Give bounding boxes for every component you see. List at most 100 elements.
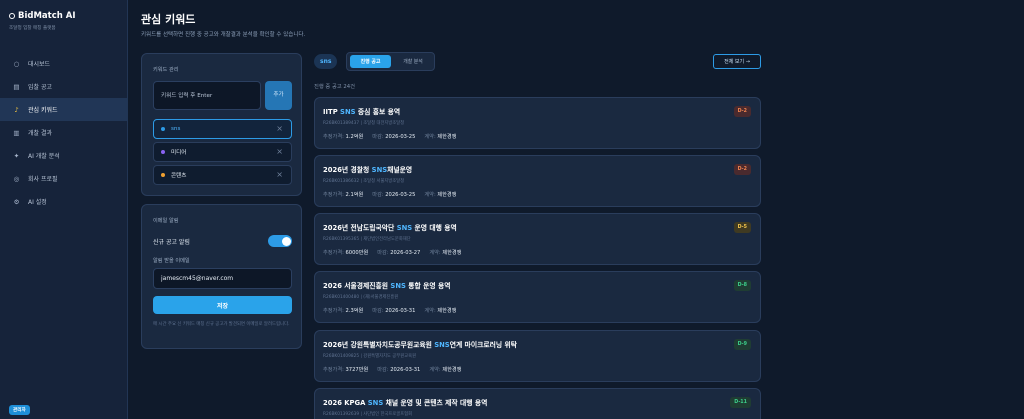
panel-title: 키워드 관리 <box>153 67 179 73</box>
chart-icon: ▥ <box>13 128 20 137</box>
keyword-highlight: SNS <box>367 399 384 407</box>
active-keyword-chip: sns <box>314 54 338 69</box>
contract-type: 제한경쟁 <box>442 250 462 256</box>
sidebar-item-keywords[interactable]: ♪ 관심 키워드 <box>0 98 128 121</box>
sidebar-item-label: 입찰 공고 <box>28 84 52 91</box>
notice-meta: 추정가격: 2.3억원 마감: 2026-03-31 계약: 제한경쟁 <box>323 308 457 314</box>
tab-open-notices[interactable]: 진행 공고 <box>350 55 391 68</box>
new-notice-alert-label: 신규 공고 알림 <box>153 239 190 246</box>
view-all-button[interactable]: 전체 보기 → <box>713 54 761 69</box>
sidebar-item-bids[interactable]: ▤ 입찰 공고 <box>0 75 128 98</box>
sidebar: BidMatch AI 조달청 입찰 매칭 플랫폼 ○ 대시보드 ▤ 입찰 공고… <box>0 0 128 419</box>
contract-type: 제한경쟁 <box>437 134 457 140</box>
deadline: 2026-03-25 <box>385 192 416 198</box>
admin-badge: 관리자 <box>9 405 30 415</box>
d-day-badge: D-2 <box>733 164 751 175</box>
bell-icon: ♪ <box>14 105 19 114</box>
notice-card[interactable]: 2026 서울경제진흥원 SNS 통합 운영 용역 R26BK01400480 … <box>314 271 761 323</box>
deadline: 2026-03-27 <box>390 250 421 256</box>
sidebar-item-label: 회사 프로필 <box>28 176 58 183</box>
sidebar-item-label: AI 개찰 분석 <box>28 153 60 160</box>
app-name: BidMatch AI <box>18 11 76 21</box>
keyword-highlight: SNS <box>396 224 413 232</box>
notice-card[interactable]: 2026년 강원특별자치도공무원교육원 SNS연계 마이크로러닝 위탁 R26B… <box>314 330 761 382</box>
estimated-price: 1.2억원 <box>345 134 364 140</box>
sidebar-item-label: 관심 키워드 <box>28 107 58 114</box>
gear-icon: ◎ <box>13 174 20 183</box>
notice-title: IITP SNS 중심 홍보 용역 <box>323 108 401 116</box>
brand-logo[interactable]: BidMatch AI <box>9 11 76 21</box>
keyword-item-sns[interactable]: sns × <box>153 119 292 139</box>
deadline: 2026-03-25 <box>385 134 416 140</box>
notice-title: 2026년 경찰청 SNS채널운영 <box>323 166 413 174</box>
sidebar-item-label: 대시보드 <box>28 61 51 68</box>
toggle-knob <box>281 236 291 246</box>
sidebar-nav: ○ 대시보드 ▤ 입찰 공고 ♪ 관심 키워드 ▥ 개찰 결과 ✦ AI 개찰 … <box>0 52 128 213</box>
result-tabs: 진행 공고 개찰 분석 <box>346 52 435 71</box>
notice-card[interactable]: IITP SNS 중심 홍보 용역 R26BK01389437 | 조달청 대전… <box>314 97 761 149</box>
tab-bid-analysis[interactable]: 개찰 분석 <box>393 55 433 68</box>
keyword-highlight: SNS <box>434 341 450 349</box>
notice-card[interactable]: 2026년 전남도립국악단 SNS 운영 대행 용역 R26BK01395365… <box>314 213 761 265</box>
d-day-badge: D-2 <box>733 106 751 117</box>
keyword-item-media[interactable]: 미디어 × <box>153 142 292 162</box>
notice-meta: 추정가격: 6000만원 마감: 2026-03-27 계약: 제한경쟁 <box>323 250 462 256</box>
notice-title: 2026 KPGA SNS 채널 운영 및 콘텐츠 제작 대행 용역 <box>323 399 488 407</box>
close-icon[interactable]: × <box>276 124 283 133</box>
notice-meta: 추정가격: 1.2억원 마감: 2026-03-25 계약: 제한경쟁 <box>323 134 457 140</box>
sidebar-item-dashboard[interactable]: ○ 대시보드 <box>0 52 128 75</box>
keyword-color-dot <box>161 150 165 154</box>
keyword-label: sns <box>171 126 181 132</box>
d-day-badge: D-5 <box>733 222 751 233</box>
save-button[interactable]: 저장 <box>153 296 292 314</box>
sidebar-item-ai-analysis[interactable]: ✦ AI 개찰 분석 <box>0 144 128 167</box>
keyword-management-panel: 키워드 관리 추가 sns × 미디어 × 콘텐츠 × <box>141 53 302 196</box>
d-day-badge: D-8 <box>733 280 751 291</box>
clipboard-icon: ▤ <box>13 82 20 91</box>
settings-icon: ⚙ <box>13 197 20 206</box>
notice-count: 진행 중 공고 24건 <box>314 84 356 90</box>
notice-subtitle: R26BK01389437 | 조달청 대전지방조달청 <box>323 121 405 126</box>
notice-title: 2026 서울경제진흥원 SNS 통합 운영 용역 <box>323 282 451 290</box>
email-notification-panel: 이메일 알림 신규 공고 알림 알림 받을 이메일 저장 매 시간 주요 신 키… <box>141 204 302 349</box>
app-subtitle: 조달청 입찰 매칭 플랫폼 <box>9 26 56 31</box>
page-title: 관심 키워드 <box>141 13 196 26</box>
notice-subtitle: R26BK01392639 | 사단법인 한국프로골프협회 <box>323 412 413 417</box>
sidebar-item-company-profile[interactable]: ◎ 회사 프로필 <box>0 167 128 190</box>
keyword-item-content[interactable]: 콘텐츠 × <box>153 165 292 185</box>
notice-meta: 추정가격: 2.1억원 마감: 2026-03-25 계약: 제한경쟁 <box>323 192 457 198</box>
logo-ring-icon <box>9 13 15 19</box>
estimated-price: 6000만원 <box>345 250 369 256</box>
deadline: 2026-03-31 <box>385 308 416 314</box>
sidebar-item-results[interactable]: ▥ 개찰 결과 <box>0 121 128 144</box>
email-note: 매 시간 주요 신 키워드 매칭 신규 공고가 발견되면 이메일로 알려드립니다… <box>153 322 290 327</box>
page-description: 키워드를 선택하면 진행 중 공고와 개찰결과 분석을 확인할 수 있습니다. <box>141 32 306 38</box>
sidebar-item-ai-settings[interactable]: ⚙ AI 설정 <box>0 190 128 213</box>
new-notice-alert-toggle[interactable] <box>268 235 292 247</box>
keyword-highlight: SNS <box>371 166 388 174</box>
circle-icon: ○ <box>13 59 20 68</box>
notice-card[interactable]: 2026년 경찰청 SNS채널운영 R26BK01386632 | 조달청 서울… <box>314 155 761 207</box>
estimated-price: 3727만원 <box>345 367 369 373</box>
estimated-price: 2.3억원 <box>345 308 364 314</box>
notice-subtitle: R26BK01386632 | 조달청 서울지방조달청 <box>323 179 405 184</box>
d-day-badge: D-9 <box>733 339 751 350</box>
notice-subtitle: R26BK01409825 | 강원특별자치도 공무원교육원 <box>323 354 417 359</box>
keyword-label: 미디어 <box>171 150 187 156</box>
contract-type: 제한경쟁 <box>442 367 462 373</box>
sidebar-item-label: AI 설정 <box>28 199 47 206</box>
notice-card[interactable]: 2026 KPGA SNS 채널 운영 및 콘텐츠 제작 대행 용역 R26BK… <box>314 388 761 419</box>
close-icon[interactable]: × <box>276 147 283 156</box>
notice-subtitle: R26BK01400480 | (재)서울경제진흥원 <box>323 295 399 300</box>
sidebar-item-label: 개찰 결과 <box>28 130 52 137</box>
panel-title: 이메일 알림 <box>153 218 179 224</box>
add-keyword-button[interactable]: 추가 <box>265 81 292 110</box>
d-day-badge: D-11 <box>730 397 751 408</box>
notice-title: 2026년 전남도립국악단 SNS 운영 대행 용역 <box>323 224 457 232</box>
keyword-color-dot <box>161 173 165 177</box>
keyword-input[interactable] <box>153 81 261 110</box>
email-field[interactable] <box>153 268 292 289</box>
close-icon[interactable]: × <box>276 170 283 179</box>
keyword-highlight: SNS <box>390 282 406 290</box>
contract-type: 제한경쟁 <box>437 308 457 314</box>
